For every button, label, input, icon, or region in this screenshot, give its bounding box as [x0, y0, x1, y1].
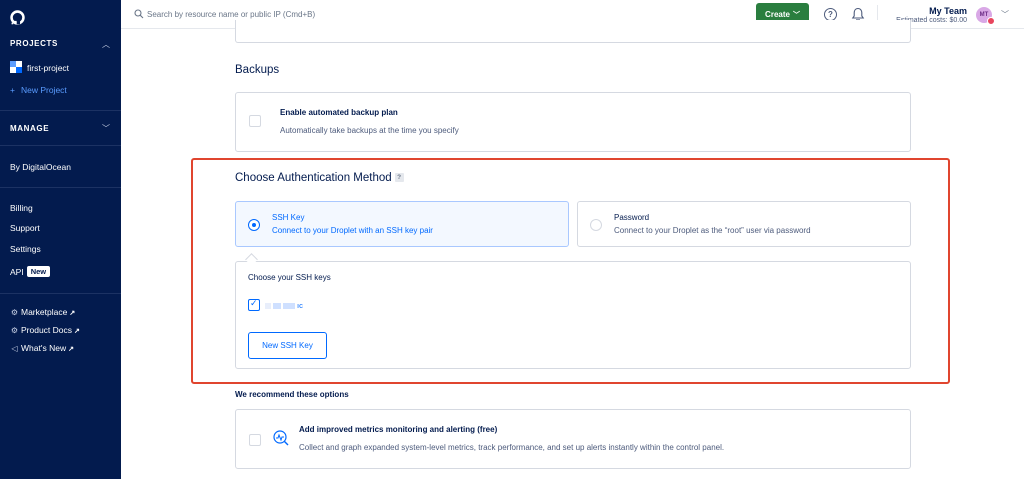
auth-heading-text: Choose Authentication Method: [235, 172, 392, 184]
external-arrow-icon: ↗: [68, 346, 74, 353]
whats-new-label: What's New: [21, 343, 67, 353]
sidebar-item-api[interactable]: API New: [10, 266, 51, 277]
sidebar-item-settings[interactable]: Settings: [10, 244, 41, 254]
plus-icon: +: [10, 85, 15, 95]
sidebar-item-support[interactable]: Support: [10, 223, 40, 233]
ssh-keys-panel: Choose your SSH keys ıc New SSH Key: [235, 261, 911, 369]
projects-header: PROJECTS: [10, 39, 58, 48]
password-desc: Connect to your Droplet as the “root” us…: [614, 226, 811, 235]
previous-section-card: [235, 20, 911, 43]
manage-expand-icon[interactable]: ﹀: [102, 123, 110, 134]
sidebar-item-first-project[interactable]: first-project: [27, 63, 69, 73]
auth-heading: Choose Authentication Method?: [235, 172, 404, 184]
projects-collapse-icon[interactable]: ︿: [102, 39, 110, 50]
external-arrow-icon: ↗: [69, 310, 76, 317]
ssh-key-radio[interactable]: [248, 219, 260, 231]
search-icon: [134, 9, 144, 19]
sidebar-link-marketplace[interactable]: ⚙ Marketplace ↗: [10, 307, 75, 317]
metrics-title: Add improved metrics monitoring and aler…: [299, 425, 498, 434]
password-option[interactable]: Password Connect to your Droplet as the …: [577, 201, 911, 247]
backup-checkbox[interactable]: [249, 115, 261, 127]
gear-icon: ⚙: [10, 308, 19, 317]
external-arrow-icon: ↗: [74, 328, 80, 335]
chevron-down-icon[interactable]: ﹀: [1001, 9, 1009, 20]
docs-icon: ⚙: [10, 326, 19, 335]
sidebar: PROJECTS ︿ first-project + New Project MA…: [0, 0, 121, 479]
ssh-key-option[interactable]: SSH Key Connect to your Droplet with an …: [235, 201, 569, 247]
ssh-key-name: ıc: [265, 301, 303, 310]
metrics-icon: [273, 430, 289, 446]
sidebar-divider: [0, 110, 121, 111]
sidebar-link-whats-new[interactable]: ◁ What's New ↗: [10, 343, 74, 353]
megaphone-icon: ◁: [11, 344, 18, 353]
marketplace-label: Marketplace: [21, 307, 68, 317]
ssh-key-checkbox[interactable]: [248, 298, 260, 311]
new-project-link[interactable]: + New Project: [10, 85, 67, 95]
new-project-label: New Project: [20, 85, 67, 95]
ssh-key-title: SSH Key: [272, 213, 305, 222]
create-label: Create: [765, 10, 790, 19]
sidebar-link-product-docs[interactable]: ⚙ Product Docs ↗: [10, 325, 80, 335]
team-name[interactable]: My Team: [929, 6, 967, 16]
new-badge: New: [26, 266, 51, 277]
manage-header: MANAGE: [10, 124, 50, 133]
ssh-key-desc: Connect to your Droplet with an SSH key …: [272, 226, 433, 235]
api-label: API: [10, 267, 24, 277]
metrics-option-card[interactable]: Add improved metrics monitoring and aler…: [235, 409, 911, 469]
chevron-down-icon: ﹀: [792, 11, 800, 19]
help-icon[interactable]: ?: [394, 173, 404, 182]
product-docs-label: Product Docs: [21, 325, 73, 335]
backups-heading: Backups: [235, 64, 280, 76]
avatar-status-icon: [987, 17, 995, 25]
metrics-desc: Collect and graph expanded system-level …: [299, 443, 725, 452]
password-radio[interactable]: [590, 219, 602, 231]
metrics-checkbox[interactable]: [249, 434, 261, 446]
backup-option-card[interactable]: Enable automated backup plan Automatical…: [235, 92, 911, 152]
backup-option-desc: Automatically take backups at the time y…: [280, 126, 459, 135]
sidebar-item-by-digitalocean[interactable]: By DigitalOcean: [10, 162, 71, 172]
backup-option-title: Enable automated backup plan: [280, 108, 398, 117]
sidebar-divider: [0, 145, 121, 146]
new-ssh-key-button[interactable]: New SSH Key: [248, 332, 327, 359]
sidebar-item-billing[interactable]: Billing: [10, 203, 33, 213]
sidebar-divider: [0, 293, 121, 294]
sidebar-divider: [0, 187, 121, 188]
choose-keys-label: Choose your SSH keys: [248, 273, 331, 282]
project-icon: [10, 61, 22, 73]
password-title: Password: [614, 213, 650, 222]
recommend-heading: We recommend these options: [235, 390, 349, 399]
digitalocean-logo-icon[interactable]: [9, 9, 26, 26]
